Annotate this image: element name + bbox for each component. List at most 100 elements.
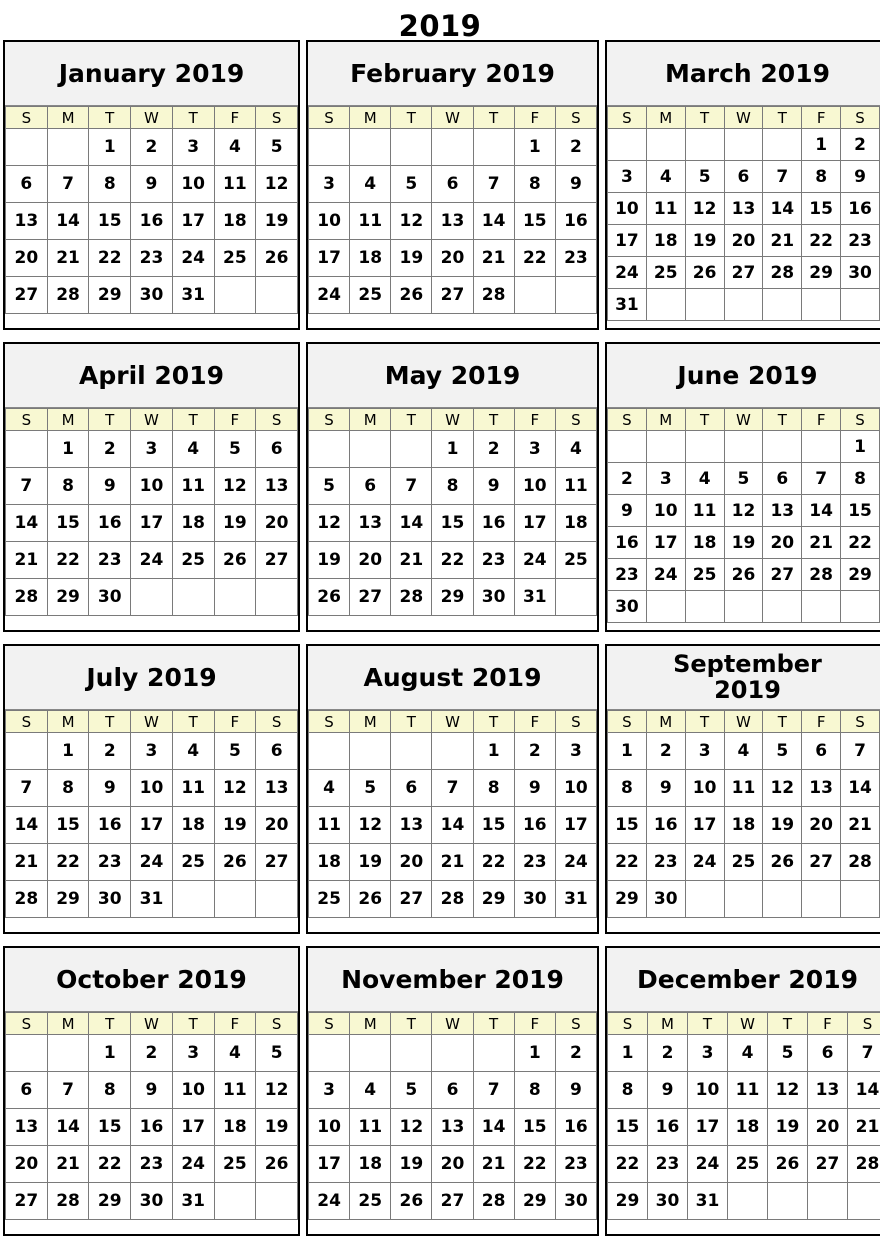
day-cell[interactable]: 1 [801, 128, 842, 161]
day-cell[interactable]: 18 [349, 239, 392, 277]
day-cell[interactable]: 14 [847, 1071, 880, 1109]
day-cell[interactable]: 7 [847, 1034, 880, 1072]
day-cell[interactable]: 6 [801, 732, 842, 770]
day-cell[interactable]: 15 [840, 494, 880, 527]
day-cell[interactable]: 8 [513, 1071, 556, 1109]
day-cell[interactable]: 16 [130, 1108, 173, 1146]
day-cell[interactable]: 3 [308, 165, 351, 203]
day-cell[interactable]: 5 [767, 1034, 808, 1072]
day-cell[interactable]: 30 [130, 1182, 173, 1220]
day-cell[interactable]: 26 [684, 256, 725, 289]
day-cell[interactable]: 20 [431, 239, 474, 277]
day-cell[interactable]: 13 [390, 806, 433, 844]
day-cell[interactable]: 5 [684, 160, 725, 193]
day-cell[interactable]: 23 [130, 1145, 173, 1183]
day-cell[interactable]: 22 [472, 843, 515, 881]
day-cell[interactable]: 28 [5, 578, 48, 616]
day-cell[interactable]: 18 [684, 526, 725, 559]
day-cell[interactable]: 8 [88, 165, 132, 203]
day-cell[interactable]: 25 [727, 1145, 768, 1183]
day-cell[interactable]: 9 [554, 165, 597, 203]
day-cell[interactable]: 16 [554, 1108, 597, 1146]
day-cell[interactable]: 24 [171, 239, 215, 277]
day-cell[interactable]: 20 [723, 224, 764, 257]
day-cell[interactable]: 24 [684, 843, 725, 881]
day-cell[interactable]: 22 [431, 541, 474, 579]
day-cell[interactable]: 10 [684, 769, 725, 807]
day-cell[interactable]: 13 [431, 202, 474, 240]
day-cell[interactable]: 4 [308, 769, 351, 807]
day-cell[interactable]: 31 [687, 1182, 728, 1220]
day-cell[interactable]: 14 [46, 202, 90, 240]
day-cell[interactable]: 5 [349, 769, 392, 807]
day-cell[interactable]: 24 [513, 541, 556, 579]
day-cell[interactable]: 19 [255, 202, 298, 240]
day-cell[interactable]: 12 [308, 504, 351, 542]
day-cell[interactable]: 30 [88, 578, 132, 616]
day-cell[interactable]: 3 [308, 1071, 351, 1109]
day-cell[interactable]: 17 [684, 806, 725, 844]
day-cell[interactable]: 25 [171, 541, 215, 579]
day-cell[interactable]: 3 [607, 160, 647, 193]
day-cell[interactable]: 1 [88, 128, 132, 166]
day-cell[interactable]: 9 [130, 165, 173, 203]
day-cell[interactable]: 21 [46, 1145, 90, 1183]
day-cell[interactable]: 13 [349, 504, 392, 542]
day-cell[interactable]: 19 [255, 1108, 298, 1146]
day-cell[interactable]: 1 [431, 430, 474, 468]
day-cell[interactable]: 8 [801, 160, 842, 193]
day-cell[interactable]: 16 [607, 526, 647, 559]
day-cell[interactable]: 20 [801, 806, 842, 844]
day-cell[interactable]: 1 [607, 732, 647, 770]
day-cell[interactable]: 29 [88, 1182, 132, 1220]
day-cell[interactable]: 28 [762, 256, 803, 289]
day-cell[interactable]: 7 [801, 462, 842, 495]
day-cell[interactable]: 14 [5, 504, 48, 542]
day-cell[interactable]: 4 [171, 430, 215, 468]
day-cell[interactable]: 6 [807, 1034, 848, 1072]
day-cell[interactable]: 26 [255, 239, 298, 277]
day-cell[interactable]: 2 [554, 1034, 597, 1072]
day-cell[interactable]: 7 [472, 1071, 515, 1109]
day-cell[interactable]: 12 [255, 165, 298, 203]
day-cell[interactable]: 19 [390, 239, 433, 277]
day-cell[interactable]: 22 [513, 1145, 556, 1183]
day-cell[interactable]: 1 [88, 1034, 132, 1072]
day-cell[interactable]: 31 [607, 288, 647, 321]
day-cell[interactable]: 4 [554, 430, 597, 468]
day-cell[interactable]: 2 [840, 128, 880, 161]
day-cell[interactable]: 28 [840, 843, 880, 881]
day-cell[interactable]: 8 [88, 1071, 132, 1109]
day-cell[interactable]: 24 [607, 256, 647, 289]
day-cell[interactable]: 27 [5, 1182, 48, 1220]
day-cell[interactable]: 18 [723, 806, 764, 844]
day-cell[interactable]: 19 [390, 1145, 433, 1183]
day-cell[interactable]: 9 [88, 467, 132, 505]
day-cell[interactable]: 17 [308, 1145, 351, 1183]
day-cell[interactable]: 14 [431, 806, 474, 844]
day-cell[interactable]: 4 [723, 732, 764, 770]
day-cell[interactable]: 15 [431, 504, 474, 542]
day-cell[interactable]: 2 [88, 430, 132, 468]
day-cell[interactable]: 14 [390, 504, 433, 542]
day-cell[interactable]: 15 [607, 1108, 648, 1146]
day-cell[interactable]: 22 [801, 224, 842, 257]
day-cell[interactable]: 15 [607, 806, 647, 844]
day-cell[interactable]: 18 [727, 1108, 768, 1146]
day-cell[interactable]: 2 [513, 732, 556, 770]
day-cell[interactable]: 15 [801, 192, 842, 225]
day-cell[interactable]: 6 [255, 732, 298, 770]
day-cell[interactable]: 10 [171, 165, 215, 203]
day-cell[interactable]: 23 [513, 843, 556, 881]
day-cell[interactable]: 16 [130, 202, 173, 240]
day-cell[interactable]: 27 [5, 276, 48, 314]
day-cell[interactable]: 19 [213, 504, 257, 542]
day-cell[interactable]: 23 [472, 541, 515, 579]
day-cell[interactable]: 22 [840, 526, 880, 559]
day-cell[interactable]: 1 [607, 1034, 648, 1072]
day-cell[interactable]: 28 [46, 1182, 90, 1220]
day-cell[interactable]: 13 [807, 1071, 848, 1109]
day-cell[interactable]: 18 [213, 202, 257, 240]
day-cell[interactable]: 9 [472, 467, 515, 505]
day-cell[interactable]: 15 [46, 504, 90, 542]
